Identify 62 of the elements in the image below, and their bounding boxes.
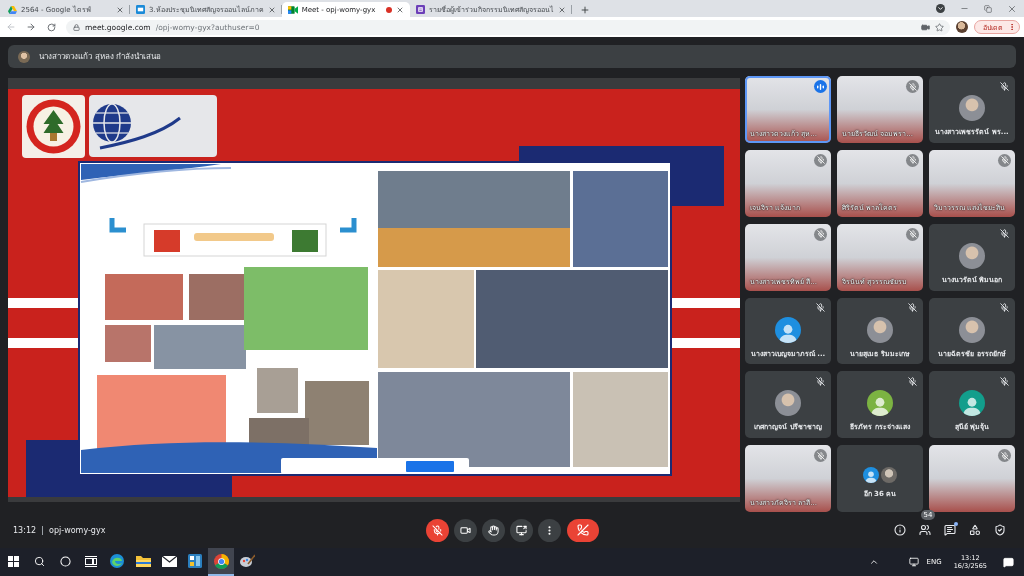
- presenter-text: นางสาวดวงแก้ว สุหลง กำลังนำเสนอ: [39, 51, 162, 63]
- raise-hand-button[interactable]: [482, 518, 505, 542]
- swirl-logo-icon: [110, 554, 124, 568]
- meeting-code: opj-womy-gyx: [49, 525, 106, 535]
- avatar-photo: [775, 390, 801, 417]
- ring-logo-icon: [213, 553, 229, 569]
- profile-avatar[interactable]: [956, 21, 968, 33]
- lock-icon: [73, 23, 80, 31]
- restore-icon: [984, 4, 992, 13]
- close-icon: [1007, 3, 1017, 14]
- search-icon: [33, 555, 45, 567]
- camera-icon: [460, 524, 471, 536]
- avatar-photo: [959, 242, 985, 269]
- avatar-photo: [867, 316, 893, 343]
- more-options-button[interactable]: [538, 518, 561, 542]
- windows-logo-icon: [7, 555, 19, 567]
- monitor-icon[interactable]: [908, 557, 919, 567]
- reload-icon: [46, 22, 56, 32]
- avatar-photo: [18, 50, 30, 63]
- caret-icon: [935, 4, 945, 13]
- chat-icon: [944, 524, 956, 536]
- notification-icon[interactable]: [1003, 556, 1014, 568]
- close-icon[interactable]: [116, 5, 124, 14]
- avatar-photo: [959, 95, 985, 121]
- close-icon[interactable]: [395, 5, 404, 14]
- back-arrow-icon: [6, 22, 16, 32]
- camera-logo-icon: [287, 5, 298, 14]
- hang-up-icon: [577, 524, 589, 536]
- camera-button[interactable]: [454, 518, 477, 542]
- app-tiles-icon: [188, 554, 202, 568]
- info-icon: [894, 524, 906, 536]
- close-icon[interactable]: [557, 5, 566, 14]
- more-icon: [1008, 23, 1016, 31]
- bookmark-star-icon[interactable]: [935, 22, 944, 32]
- reload-button[interactable]: [44, 20, 58, 34]
- camera-icon[interactable]: [921, 22, 930, 32]
- mic-off-icon: [432, 524, 443, 536]
- meeting-time: 13:12: [13, 525, 37, 535]
- present-screen-icon: [516, 524, 527, 536]
- people-icon: [919, 524, 931, 536]
- form-logo-icon: [415, 5, 425, 14]
- shapes-icon: [969, 524, 981, 536]
- microphone-button[interactable]: [426, 518, 449, 542]
- person-avatar-icon: [863, 467, 879, 484]
- present-button[interactable]: [510, 518, 533, 542]
- task-view-icon: [85, 555, 97, 567]
- triangle-logo-icon: [8, 5, 17, 14]
- leave-call-button[interactable]: [567, 518, 599, 542]
- plus-icon: [579, 4, 590, 15]
- avatar-photo: [881, 467, 897, 484]
- shield-icon: [994, 524, 1006, 536]
- folder-icon: [135, 555, 151, 567]
- taskbar-app-button[interactable]: [208, 548, 234, 576]
- brush-icon: [239, 554, 255, 568]
- mail-icon: [161, 555, 177, 567]
- close-icon[interactable]: [267, 5, 276, 14]
- avatar-photo: [959, 316, 985, 343]
- forward-arrow-icon: [26, 22, 36, 32]
- chevron-up-icon[interactable]: [868, 557, 879, 567]
- square-logo-icon: [136, 5, 145, 14]
- circle-icon: [59, 555, 71, 567]
- hand-icon: [488, 524, 499, 536]
